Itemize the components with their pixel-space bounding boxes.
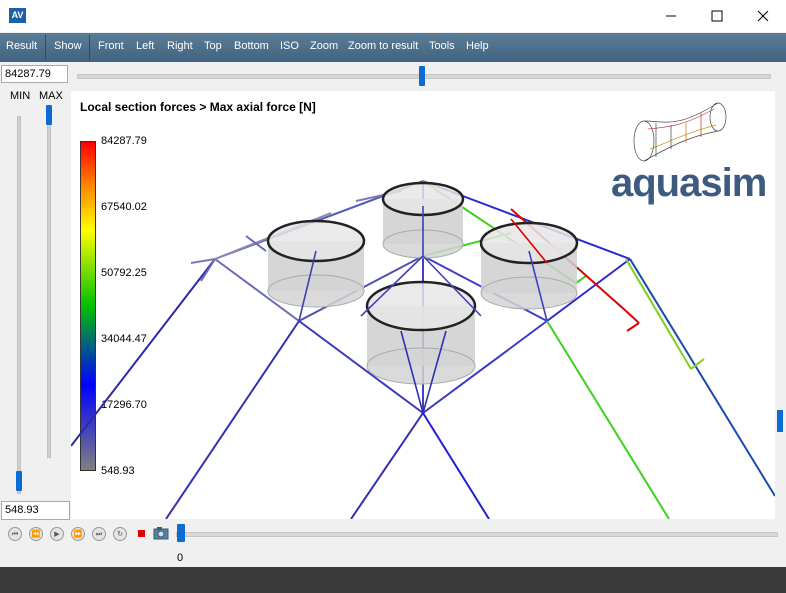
record-icon bbox=[137, 530, 145, 537]
menu-zoom[interactable]: Zoom bbox=[310, 40, 338, 52]
menu-tools[interactable]: Tools bbox=[429, 40, 455, 52]
max-slider-thumb[interactable] bbox=[46, 105, 52, 125]
menu-zoom-to-result[interactable]: Zoom to result bbox=[348, 40, 418, 52]
skip-first-icon: ⏮ bbox=[11, 531, 19, 538]
maximize-icon bbox=[711, 10, 723, 22]
playback-controls: ⏮ ⏪ ▶ ⏩ ⏭ ↻ 0 bbox=[0, 521, 786, 565]
menu-front[interactable]: Front bbox=[98, 40, 124, 52]
loop-button[interactable]: ↻ bbox=[113, 527, 127, 541]
app-icon: AV bbox=[9, 8, 26, 23]
min-value-input[interactable]: 548.93 bbox=[1, 501, 70, 520]
cage-right bbox=[479, 221, 579, 310]
menu-iso[interactable]: ISO bbox=[280, 40, 299, 52]
net-structure-render bbox=[71, 180, 775, 519]
max-slider-track[interactable] bbox=[47, 116, 51, 458]
play-icon: ▶ bbox=[54, 531, 60, 538]
record-button[interactable] bbox=[134, 527, 148, 541]
minimize-button[interactable] bbox=[648, 0, 694, 32]
skip-first-button[interactable]: ⏮ bbox=[8, 527, 22, 541]
maximize-button[interactable] bbox=[694, 0, 740, 32]
menu-result[interactable]: Result bbox=[6, 40, 37, 52]
menu-left[interactable]: Left bbox=[136, 40, 154, 52]
menu-top[interactable]: Top bbox=[204, 40, 222, 52]
timeline-slider-track[interactable] bbox=[176, 532, 778, 537]
menu-show[interactable]: Show bbox=[54, 40, 82, 52]
toolbar: Result Show Front Left Right Top Bottom … bbox=[0, 33, 786, 62]
status-bar bbox=[0, 567, 786, 593]
loop-icon: ↻ bbox=[117, 531, 123, 538]
max-value-input[interactable]: 84287.79 bbox=[1, 65, 68, 83]
step-forward-button[interactable]: ⏩ bbox=[71, 527, 85, 541]
play-button[interactable]: ▶ bbox=[50, 527, 64, 541]
timeline-slider-thumb[interactable] bbox=[177, 524, 185, 542]
timeline-value: 0 bbox=[177, 552, 184, 564]
menu-separator bbox=[45, 35, 46, 60]
camera-icon[interactable] bbox=[153, 526, 169, 540]
step-back-icon: ⏪ bbox=[31, 531, 41, 538]
cage-front bbox=[365, 280, 477, 385]
skip-last-icon: ⏭ bbox=[95, 531, 103, 538]
menu-bottom[interactable]: Bottom bbox=[234, 40, 269, 52]
menu-help[interactable]: Help bbox=[466, 40, 489, 52]
min-slider-track[interactable] bbox=[17, 116, 21, 494]
menu-right[interactable]: Right bbox=[167, 40, 193, 52]
vertical-slider-thumb[interactable] bbox=[777, 410, 783, 432]
cage-left bbox=[266, 219, 366, 308]
3d-viewport[interactable]: Local section forces > Max axial force [… bbox=[71, 91, 775, 519]
title-bar: AV bbox=[0, 0, 786, 32]
max-label: MAX bbox=[39, 90, 63, 102]
skip-last-button[interactable]: ⏭ bbox=[92, 527, 106, 541]
close-button[interactable] bbox=[740, 0, 786, 32]
menu-separator bbox=[89, 35, 90, 60]
min-slider-thumb[interactable] bbox=[16, 471, 22, 491]
close-icon bbox=[757, 10, 769, 22]
minimize-icon bbox=[666, 15, 676, 17]
max-range-slider-thumb[interactable] bbox=[419, 66, 425, 86]
step-forward-icon: ⏩ bbox=[73, 531, 83, 538]
min-label: MIN bbox=[10, 90, 31, 102]
step-back-button[interactable]: ⏪ bbox=[29, 527, 43, 541]
